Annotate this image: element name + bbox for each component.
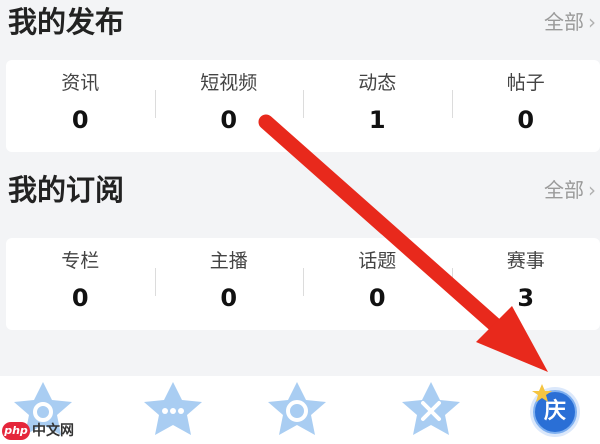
site-watermark: php 中文网 — [0, 420, 90, 444]
publish-stat-short-video[interactable]: 短视频 0 — [154, 60, 304, 152]
publish-view-all-link[interactable]: 全部 › — [544, 0, 596, 44]
subscribe-section-header: 我的订阅 全部 › — [0, 168, 600, 212]
chat-star-icon — [144, 382, 202, 435]
subscribe-stat-streamers[interactable]: 主播 0 — [154, 238, 304, 330]
publish-stat-news[interactable]: 资讯 0 — [6, 60, 155, 152]
stat-value: 3 — [517, 284, 535, 312]
stat-label: 主播 — [209, 250, 248, 272]
publish-section-title: 我的发布 — [8, 5, 125, 39]
circle-star-icon — [268, 382, 326, 435]
stat-value: 0 — [220, 106, 238, 134]
publish-stats-card: 资讯 0 短视频 0 动态 1 帖子 0 — [6, 60, 600, 152]
php-logo: php — [2, 422, 30, 440]
subscribe-stats-card: 专栏 0 主播 0 话题 0 赛事 3 — [6, 238, 600, 330]
stat-label: 短视频 — [200, 72, 258, 94]
stat-value: 0 — [368, 284, 386, 312]
stat-label: 话题 — [358, 250, 397, 272]
chevron-right-icon: › — [588, 178, 596, 202]
tab-discover[interactable] — [262, 380, 332, 440]
stat-value: 0 — [517, 106, 535, 134]
celebration-badge-char: 庆 — [543, 399, 566, 424]
bottom-tab-bar: 庆 — [0, 376, 600, 444]
versus-star-icon — [402, 382, 460, 435]
tab-celebration[interactable]: 庆 — [520, 380, 590, 440]
publish-stat-posts[interactable]: 帖子 0 — [451, 60, 600, 152]
stat-value: 0 — [71, 284, 89, 312]
subscribe-stat-matches[interactable]: 赛事 3 — [451, 238, 600, 330]
stat-label: 动态 — [358, 72, 397, 94]
stat-value: 1 — [368, 106, 386, 134]
publish-section-header: 我的发布 全部 › — [0, 0, 600, 44]
tab-match[interactable] — [396, 380, 466, 440]
subscribe-section-title: 我的订阅 — [8, 173, 125, 207]
stat-label: 帖子 — [506, 72, 545, 94]
subscribe-stat-topics[interactable]: 话题 0 — [303, 238, 452, 330]
stat-label: 专栏 — [61, 250, 100, 272]
stat-value: 0 — [220, 284, 238, 312]
tab-chat[interactable] — [138, 380, 208, 440]
subscribe-stat-columns[interactable]: 专栏 0 — [6, 238, 155, 330]
publish-view-all-label: 全部 — [544, 10, 584, 34]
publish-stat-moments[interactable]: 动态 1 — [303, 60, 452, 152]
subscribe-view-all-link[interactable]: 全部 › — [544, 168, 596, 212]
chevron-right-icon: › — [588, 10, 596, 34]
stat-label: 赛事 — [506, 250, 545, 272]
stat-value: 0 — [71, 106, 89, 134]
stat-label: 资讯 — [61, 72, 100, 94]
subscribe-view-all-label: 全部 — [544, 178, 584, 202]
watermark-site-text: 中文网 — [32, 423, 74, 439]
